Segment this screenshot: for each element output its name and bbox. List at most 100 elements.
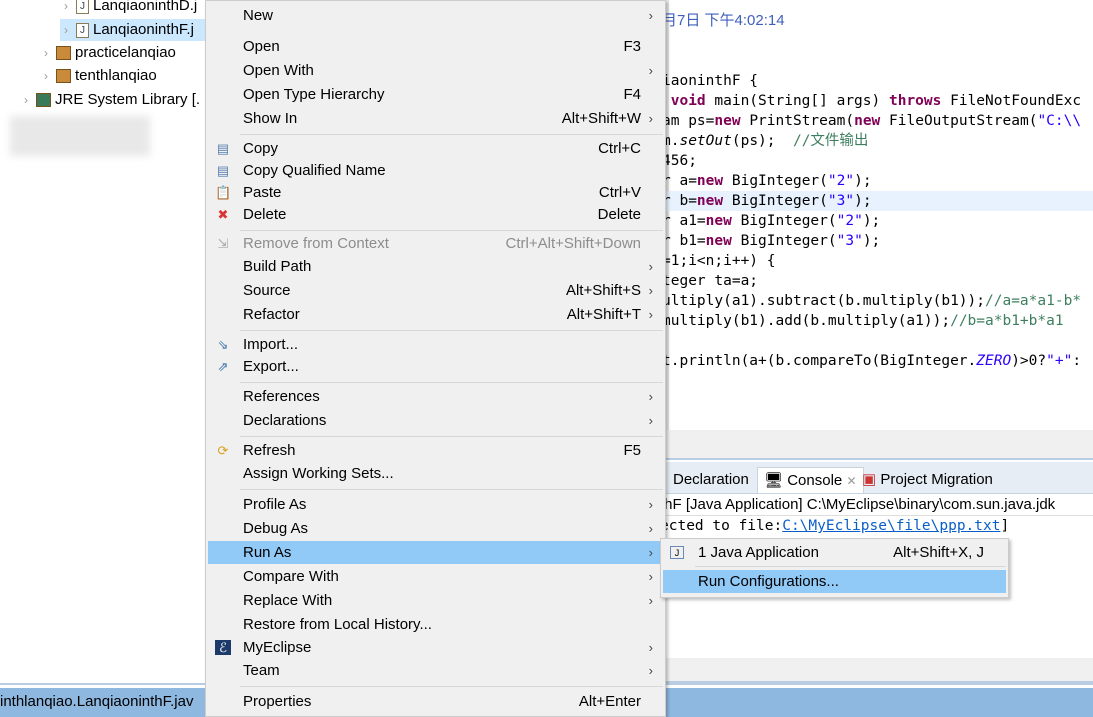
menu-item-open-with[interactable]: Open With › [208,59,663,82]
tab-declaration[interactable]: Declaration [673,467,749,493]
menu-item-profile-as[interactable]: Profile As › [208,493,663,516]
chevron-right-icon: › [648,389,653,404]
delete-icon: ✖ [217,207,229,222]
menu-item-shortcut: Alt+Shift+T [566,306,641,323]
tab-console[interactable]: 🖥 Console ✕ [757,467,864,493]
menu-item-build-path[interactable]: Build Path › [208,255,663,278]
menu-item-label: Import... [243,336,299,353]
menu-item-paste[interactable]: 📋 Paste Ctrl+V [208,181,663,204]
menu-item-run-configurations[interactable]: Run Configurations... [663,570,1006,593]
menu-item-label: Assign Working Sets... [243,465,394,482]
menu-item-label: Refresh [243,442,296,459]
menu-item-import[interactable]: ⇘ Import... [208,333,663,356]
menu-item-label: Export... [243,358,299,375]
remove-context-icon: ⇲ [217,236,229,251]
chevron-right-icon: › [648,593,653,608]
chevron-right-icon: › [648,111,653,126]
menu-item-run-as[interactable]: Run As › [208,541,663,564]
menu-item-label: Show In [243,110,298,127]
menu-separator [240,230,663,231]
menu-item-shortcut: Alt+Shift+S [565,282,641,299]
menu-item-copy[interactable]: ▤ Copy Ctrl+C [208,137,663,160]
code-line: multiply(b1).add(b.multiply(a1));//b=a*b… [662,313,1064,329]
chevron-right-icon: › [648,521,653,536]
chevron-right-icon[interactable]: › [20,89,32,111]
menu-item-label: MyEclipse [243,639,312,656]
menu-item-shortcut: Ctrl+C [598,140,641,157]
menu-item-restore-from-local-history[interactable]: Restore from Local History... [208,613,663,636]
export-icon: ⇗ [217,359,229,374]
menu-item-label: Open [243,38,280,55]
package-icon [56,69,71,83]
code-line: r b=new BigInteger("3"); [662,193,872,209]
myeclipse-icon: ℰ [215,640,231,655]
menu-item-show-in[interactable]: Show In Alt+Shift+W › [208,107,663,130]
code-line: teger ta=a; [662,273,759,289]
tree-item[interactable]: › tenthlanqiao [40,65,157,87]
code-line: 456; [662,153,697,169]
console-file-link[interactable]: C:\MyEclipse\file\ppp.txt [782,518,1000,534]
tree-item[interactable]: › practicelanqiao [40,42,176,64]
menu-item-compare-with[interactable]: Compare With › [208,565,663,588]
menu-item-copy-qualified-name[interactable]: ▤ Copy Qualified Name [208,159,663,182]
chevron-right-icon: › [648,63,653,78]
blurred-region [10,116,150,156]
menu-item-source[interactable]: Source Alt+Shift+S › [208,279,663,302]
chevron-right-icon: › [648,663,653,678]
console-header: thF [Java Application] C:\MyEclipse\bina… [660,494,1093,516]
tab-project-migration[interactable]: ▣ Project Migration [862,467,993,493]
menu-item-label: References [243,388,320,405]
menu-separator [240,686,663,687]
menu-item-label: Compare With [243,568,339,585]
tree-item[interactable]: › J LanqiaoninthD.j [60,0,197,17]
java-app-icon: J [670,546,684,559]
menu-item-open[interactable]: Open F3 [208,35,663,58]
menu-item-label: Team [243,662,280,679]
menu-item-label: Properties [243,693,312,710]
menu-item-assign-working-sets[interactable]: Assign Working Sets... [208,462,663,485]
java-file-icon: J [76,22,89,38]
chevron-right-icon: › [648,259,653,274]
menu-item-properties[interactable]: Properties Alt+Enter [208,690,663,713]
menu-item-java-application[interactable]: J 1 Java Application Alt+Shift+X, J [663,541,1006,564]
menu-item-shortcut: Alt+Enter [578,693,641,710]
menu-item-label: Restore from Local History... [243,616,432,633]
menu-item-open-type-hierarchy[interactable]: Open Type Hierarchy F4 [208,83,663,106]
menu-item-references[interactable]: References › [208,385,663,408]
code-line: ultiply(a1).subtract(b.multiply(b1));//a… [662,293,1082,309]
menu-item-team[interactable]: Team › [208,659,663,682]
menu-item-label: Build Path [243,258,312,275]
menu-item-refactor[interactable]: Refactor Alt+Shift+T › [208,303,663,326]
menu-item-label: Refactor [243,306,300,323]
paste-icon: 📋 [215,185,232,200]
menu-item-label: New [243,7,274,24]
chevron-right-icon[interactable]: › [60,0,72,17]
chevron-right-icon[interactable]: › [40,65,52,87]
menu-item-shortcut: F3 [623,38,641,55]
menu-item-replace-with[interactable]: Replace With › [208,589,663,612]
menu-separator [240,330,663,331]
menu-item-label: Open Type Hierarchy [243,86,385,103]
menu-item-new[interactable]: New › [208,4,663,27]
refresh-icon: ⟳ [217,443,229,458]
copy-icon: ▤ [216,141,230,156]
menu-item-export[interactable]: ⇗ Export... [208,355,663,378]
menu-item-label: Run As [243,544,292,561]
code-line: am ps=new PrintStream(new FileOutputStre… [662,113,1082,129]
code-line: =1;i<n;i++) { [662,253,776,269]
menu-item-debug-as[interactable]: Debug As › [208,517,663,540]
run-as-submenu: J 1 Java Application Alt+Shift+X, J Run … [660,538,1009,598]
tree-item-selected[interactable]: › J LanqiaoninthF.j [60,19,206,41]
menu-item-declarations[interactable]: Declarations › [208,409,663,432]
status-text: inthlanqiao.LanqiaoninthF.jav [0,693,194,710]
menu-item-label: Profile As [243,496,307,513]
menu-item-delete[interactable]: ✖ Delete Delete [208,203,663,226]
tree-item[interactable]: › JRE System Library [. [20,89,200,111]
menu-item-refresh[interactable]: ⟳ Refresh F5 [208,439,663,462]
chevron-right-icon[interactable]: › [60,19,72,41]
menu-item-myeclipse[interactable]: ℰ MyEclipse › [208,636,663,659]
chevron-right-icon: › [648,413,653,428]
close-icon[interactable]: ✕ [846,474,856,488]
chevron-right-icon[interactable]: › [40,42,52,64]
library-icon [36,93,51,107]
